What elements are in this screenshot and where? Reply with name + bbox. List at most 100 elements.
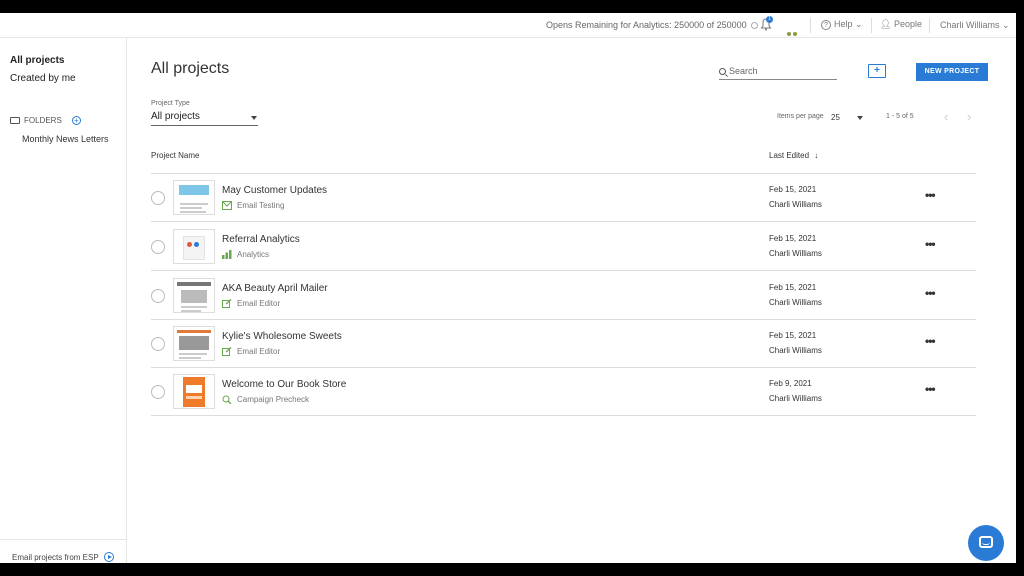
prev-page-icon[interactable]: ‹ xyxy=(944,109,948,124)
folder-icon xyxy=(10,117,20,124)
table-row[interactable]: Welcome to Our Book Store Campaign Prech… xyxy=(151,368,976,416)
last-edited-date: Feb 15, 2021 xyxy=(769,283,817,292)
project-name[interactable]: AKA Beauty April Mailer xyxy=(222,283,328,294)
user-name: Charli Williams xyxy=(940,20,1000,30)
more-options-icon[interactable]: ••• xyxy=(925,286,936,300)
column-header-last-edited[interactable]: Last Edited ↓ xyxy=(769,151,818,160)
project-type-label: Analytics xyxy=(237,250,270,259)
row-select-radio[interactable] xyxy=(151,240,165,254)
divider xyxy=(871,18,872,33)
more-options-icon[interactable]: ••• xyxy=(925,188,936,202)
table-row[interactable]: AKA Beauty April Mailer Email Editor Feb… xyxy=(151,272,976,320)
items-per-page-label: Items per page xyxy=(777,113,824,120)
help-menu[interactable]: ? Help ⌄ xyxy=(821,19,863,30)
search-icon xyxy=(719,67,726,75)
last-edited-author: Charli Williams xyxy=(769,394,822,403)
notification-badge: 1 xyxy=(766,16,773,23)
divider xyxy=(0,539,127,540)
edit-icon xyxy=(222,347,232,356)
items-per-page-select[interactable]: 25 xyxy=(831,113,840,122)
row-select-radio[interactable] xyxy=(151,289,165,303)
app-window: Opens Remaining for Analytics: 250000 of… xyxy=(0,13,1016,563)
project-type-label: Email Editor xyxy=(237,347,281,356)
question-icon: ? xyxy=(821,19,831,30)
project-type: Analytics xyxy=(222,250,269,259)
project-type-label: Campaign Precheck xyxy=(237,395,310,404)
chevron-down-icon: ⌄ xyxy=(855,19,863,29)
row-select-radio[interactable] xyxy=(151,191,165,205)
sort-arrow-icon: ↓ xyxy=(814,151,819,160)
next-page-icon[interactable]: › xyxy=(967,109,971,124)
email-icon xyxy=(222,201,232,210)
last-edited-date: Feb 15, 2021 xyxy=(769,331,817,340)
project-type-label: Email Testing xyxy=(237,201,285,210)
project-type-label: Email Editor xyxy=(237,299,281,308)
project-thumbnail[interactable] xyxy=(173,326,215,361)
project-name[interactable]: Kylie's Wholesome Sweets xyxy=(222,331,342,342)
divider xyxy=(929,18,930,33)
sidebar-folder-monthly-news-letters[interactable]: Monthly News Letters xyxy=(22,134,109,144)
folders-header: FOLDERS + xyxy=(10,116,81,125)
help-label: Help xyxy=(834,19,853,29)
folders-label: FOLDERS xyxy=(24,116,62,125)
project-type: Email Editor xyxy=(222,299,280,308)
project-thumbnail[interactable] xyxy=(173,229,215,264)
people-label: People xyxy=(893,19,922,29)
info-icon[interactable] xyxy=(751,22,759,30)
top-bar: Opens Remaining for Analytics: 250000 of… xyxy=(0,13,1016,38)
project-name[interactable]: Referral Analytics xyxy=(222,234,300,245)
precheck-icon xyxy=(222,395,232,405)
last-edited-author: Charli Williams xyxy=(769,346,822,355)
divider xyxy=(810,18,811,33)
project-thumbnail[interactable] xyxy=(173,374,215,409)
esp-link-label: Email projects from ESP xyxy=(12,552,99,562)
opens-remaining-text: Opens Remaining for Analytics: 250000 of… xyxy=(546,20,747,30)
new-folder-button[interactable]: + xyxy=(868,64,886,78)
caret-down-icon xyxy=(251,116,257,120)
project-name[interactable]: Welcome to Our Book Store xyxy=(222,379,346,390)
chevron-down-icon: ⌄ xyxy=(1002,20,1010,30)
project-type: Campaign Precheck xyxy=(222,395,310,405)
project-thumbnail[interactable] xyxy=(173,180,215,215)
project-type-label: Project Type xyxy=(151,100,190,107)
page-range: 1 - 5 of 5 xyxy=(886,113,914,120)
caret-down-icon[interactable] xyxy=(857,116,863,120)
new-project-button[interactable]: NEW PROJECT xyxy=(916,63,988,81)
sidebar-item-created-by-me[interactable]: Created by me xyxy=(10,73,76,84)
more-options-icon[interactable]: ••• xyxy=(925,237,936,251)
table-row[interactable]: May Customer Updates Email Testing Feb 1… xyxy=(151,174,976,222)
project-name[interactable]: May Customer Updates xyxy=(222,185,327,196)
sidebar-item-all-projects[interactable]: All projects xyxy=(10,55,64,66)
last-edited-label: Last Edited xyxy=(769,151,810,160)
apps-menu-icon[interactable] xyxy=(787,23,799,41)
row-select-radio[interactable] xyxy=(151,337,165,351)
column-header-project-name[interactable]: Project Name xyxy=(151,151,199,160)
last-edited-author: Charli Williams xyxy=(769,200,822,209)
project-thumbnail[interactable] xyxy=(173,278,215,313)
row-select-radio[interactable] xyxy=(151,385,165,399)
bar-chart-icon xyxy=(222,250,232,259)
table-row[interactable]: Referral Analytics Analytics Feb 15, 202… xyxy=(151,223,976,271)
table-row[interactable]: Kylie's Wholesome Sweets Email Editor Fe… xyxy=(151,320,976,368)
chat-launcher-button[interactable] xyxy=(968,525,1004,561)
last-edited-author: Charli Williams xyxy=(769,249,822,258)
project-type: Email Testing xyxy=(222,201,284,210)
add-folder-icon[interactable]: + xyxy=(71,116,81,125)
opens-remaining: Opens Remaining for Analytics: 250000 of… xyxy=(546,20,759,30)
page-title: All projects xyxy=(151,60,230,77)
notification-bell-icon[interactable]: 1 xyxy=(760,16,774,32)
search-placeholder: Search xyxy=(729,66,758,76)
last-edited-date: Feb 15, 2021 xyxy=(769,234,817,243)
project-type-select[interactable]: All projects xyxy=(151,111,258,126)
project-type: Email Editor xyxy=(222,347,280,356)
user-menu[interactable]: Charli Williams ⌄ xyxy=(940,20,1010,31)
people-link[interactable]: 👤︎ People xyxy=(880,19,922,30)
more-options-icon[interactable]: ••• xyxy=(925,382,936,396)
edit-icon xyxy=(222,299,232,308)
esp-import-link[interactable]: Email projects from ESP xyxy=(12,552,114,562)
last-edited-date: Feb 9, 2021 xyxy=(769,379,812,388)
more-options-icon[interactable]: ••• xyxy=(925,334,936,348)
project-type-value: All projects xyxy=(151,111,200,122)
person-icon: 👤︎ xyxy=(880,19,892,29)
search-input[interactable]: Search xyxy=(719,63,837,80)
